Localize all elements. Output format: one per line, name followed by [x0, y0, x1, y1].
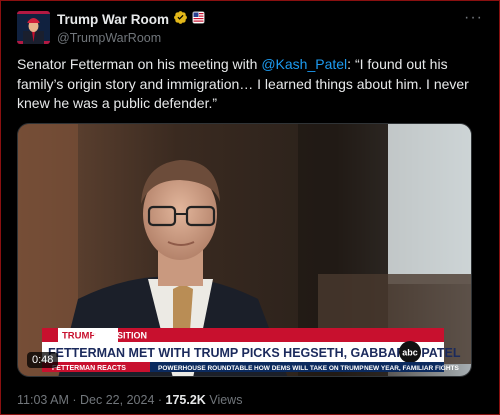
tweet-time[interactable]: 11:03 AM [17, 393, 69, 407]
tweet-header: Trump War Room @TrumpWarRoom ··· [17, 10, 483, 45]
tweet-date[interactable]: Dec 22, 2024 [80, 393, 154, 407]
avatar[interactable] [17, 11, 50, 44]
views-count: 175.2K [165, 393, 206, 407]
ticker-item-1: POWERHOUSE ROUNDTABLE [158, 365, 253, 372]
network-logo: abc [402, 348, 418, 358]
video-player[interactable]: TRUMP TRANSITION FETTERMAN MET WITH TRUM… [17, 123, 472, 377]
tweet-text: Senator Fetterman on his meeting with @K… [17, 55, 487, 114]
video-duration: 0:48 [27, 352, 59, 368]
lower-third-headline: FETTERMAN MET WITH TRUMP PICKS HEGSETH, … [48, 346, 461, 360]
tweet-meta: 11:03 AM · Dec 22, 2024 · 175.2K Views [17, 393, 242, 407]
ticker-item-2: HOW DEMS WILL TAKE ON TRUMP [254, 365, 364, 372]
news-lower-third: TRUMP TRANSITION FETTERMAN MET WITH TRUM… [42, 328, 461, 372]
flag-badge-icon [192, 10, 205, 29]
handle[interactable]: @TrumpWarRoom [57, 31, 205, 45]
tweet-text-start: Senator Fetterman on his meeting with [17, 56, 262, 72]
meta-separator-2: · [157, 393, 163, 407]
ticker-primary: FETTERMAN REACTS [52, 365, 126, 372]
display-name[interactable]: Trump War Room [57, 12, 169, 27]
ticker-item-3: NEW YEAR, FAMILIAR FIGHTS [364, 365, 460, 372]
views-label: Views [209, 393, 243, 407]
meta-separator-1: · [72, 393, 77, 407]
mention-link[interactable]: @Kash_Patel [261, 56, 347, 72]
verified-badge-icon [173, 10, 188, 30]
more-options-icon[interactable]: ··· [464, 10, 483, 26]
lower-third-tag: TRANSITION [92, 331, 147, 341]
